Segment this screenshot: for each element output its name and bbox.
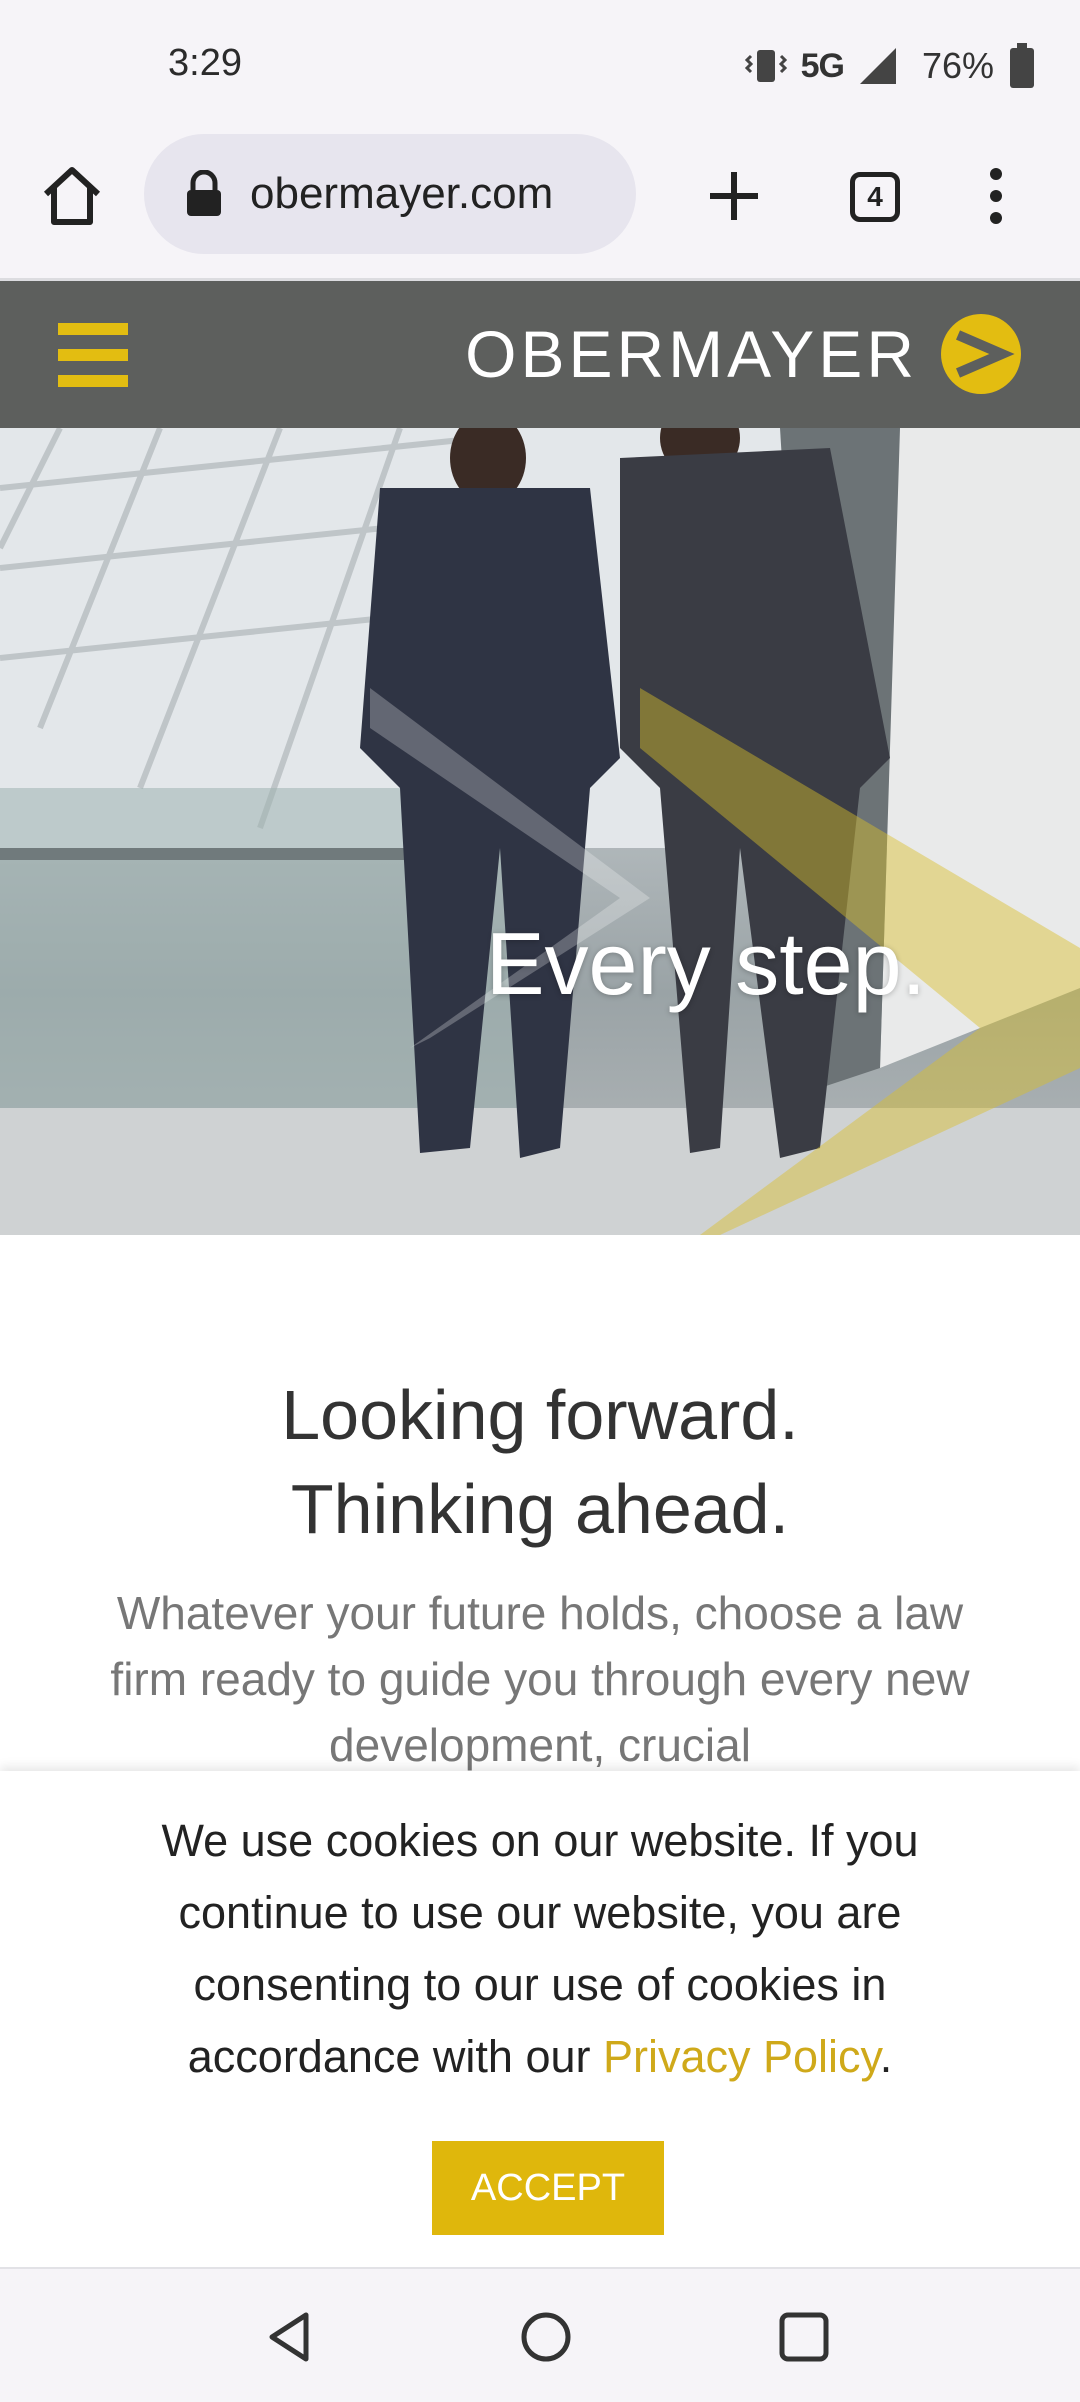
hero-caption: Every step.: [485, 914, 926, 1013]
headline-line-2: Thinking ahead.: [290, 1470, 790, 1548]
tab-switcher-button[interactable]: 4: [850, 172, 900, 222]
privacy-policy-link[interactable]: Privacy Policy: [603, 2031, 880, 2082]
home-circle-icon[interactable]: [518, 2309, 574, 2365]
hero-image: Every step.: [0, 428, 1080, 1235]
status-icons: 5G 76%: [744, 40, 1036, 92]
battery-percent: 76%: [921, 45, 994, 86]
home-icon[interactable]: [38, 162, 106, 230]
cookie-message: We use cookies on our website. If you co…: [100, 1805, 980, 2093]
back-icon[interactable]: [262, 2309, 318, 2365]
status-bar: 3:29 5G 76%: [0, 0, 1080, 132]
hero-photo: [0, 428, 1080, 1235]
brand-logo-link[interactable]: OBERMAYER: [465, 311, 1022, 397]
browser-toolbar: obermayer.com 4: [0, 132, 1080, 281]
vibrate-icon: [744, 50, 787, 82]
headline-line-1: Looking forward.: [281, 1376, 799, 1454]
more-vert-icon[interactable]: [978, 162, 1014, 230]
lock-icon: [187, 170, 221, 216]
network-type: 5G: [800, 46, 845, 85]
site-header: OBERMAYER: [0, 281, 1080, 428]
status-time: 3:29: [168, 42, 242, 84]
cookie-message-suffix: .: [879, 2031, 893, 2082]
brand-name: OBERMAYER: [465, 317, 918, 391]
recents-icon[interactable]: [776, 2309, 832, 2365]
plus-icon[interactable]: [700, 162, 768, 230]
url-text: obermayer.com: [250, 169, 554, 218]
chevron-logo-icon: [941, 314, 1021, 394]
address-bar[interactable]: obermayer.com: [144, 134, 636, 254]
battery-icon: [1010, 43, 1034, 88]
accept-cookies-button[interactable]: ACCEPT: [432, 2141, 664, 2235]
hamburger-menu-icon[interactable]: [58, 323, 128, 387]
lead-paragraph: Whatever your future holds, choose a law…: [110, 1587, 970, 1771]
page-headline: Looking forward. Thinking ahead.: [0, 1368, 1080, 1556]
system-nav-bar: [0, 2267, 1080, 2402]
cookie-banner: We use cookies on our website. If you co…: [0, 1771, 1080, 2267]
signal-icon: [859, 48, 896, 84]
